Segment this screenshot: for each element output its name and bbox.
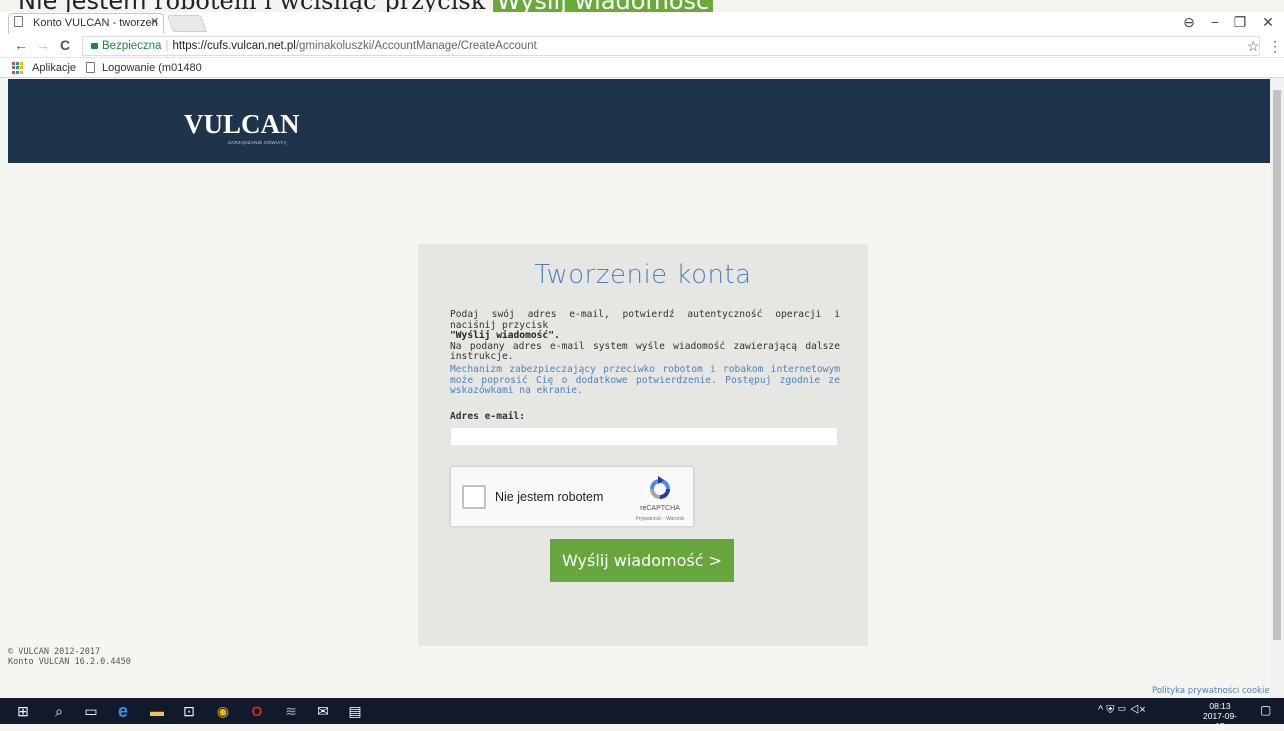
- mail-icon[interactable]: ✉: [312, 702, 334, 720]
- site-header: VULCAN ZARZĄDZANIE OŚWIATĄ: [8, 79, 1278, 163]
- page-icon: [86, 62, 95, 73]
- task-view-icon[interactable]: ▭: [80, 702, 102, 720]
- tab-close-icon[interactable]: ✕: [150, 15, 159, 28]
- instructions-part2: Na podany adres e-mail system wyśle wiad…: [450, 340, 840, 363]
- chrome-icon[interactable]: ◉: [212, 702, 234, 720]
- file-explorer-icon[interactable]: ▬: [146, 702, 168, 720]
- create-account-card: Tworzenie konta Podaj swój adres e-mail,…: [418, 244, 868, 646]
- app-icon-2[interactable]: ▤: [344, 702, 366, 720]
- page-icon: [14, 16, 23, 27]
- new-tab-button[interactable]: [166, 15, 208, 32]
- email-label: Adres e-mail:: [450, 411, 526, 422]
- footer-copyright: © VULCAN 2012-2017 Konto VULCAN 16.2.0.4…: [8, 647, 131, 667]
- restore-button[interactable]: ❐: [1225, 14, 1255, 31]
- logo-tagline: ZARZĄDZANIE OŚWIATĄ: [228, 140, 287, 145]
- vulcan-logo[interactable]: VULCAN: [184, 109, 300, 140]
- scrollbar-thumb[interactable]: [1273, 90, 1281, 640]
- menu-icon[interactable]: ⋮: [1268, 38, 1282, 55]
- bookmarks-bar: Aplikacje Logowanie (m014801: [0, 58, 1284, 78]
- recaptcha-links[interactable]: Prywatność - Warunki: [621, 516, 699, 522]
- tab-title: Konto VULCAN - tworzen: [33, 17, 158, 29]
- clock-time: 08:13: [1209, 701, 1231, 711]
- recaptcha-label: Nie jestem robotem: [495, 490, 604, 504]
- address-bar[interactable]: Bezpieczna | https://cufs.vulcan.net.pl/gm…: [82, 36, 1260, 56]
- close-window-button[interactable]: ✕: [1253, 14, 1283, 31]
- privacy-policy-link[interactable]: Polityka prywatności cookies: [1152, 686, 1274, 696]
- recaptcha-checkbox[interactable]: [462, 485, 486, 509]
- forward-icon[interactable]: →: [34, 37, 52, 53]
- notifications-icon[interactable]: ▢: [1260, 703, 1271, 717]
- instructions-part1: Podaj swój adres e-mail, potwierdź auten…: [450, 309, 840, 331]
- footer-line2: Konto VULCAN 16.2.0.4450: [8, 656, 131, 667]
- page-title: Tworzenie konta: [534, 260, 752, 290]
- instructions-bold: "Wyślij wiadomość".: [450, 330, 560, 342]
- bookmark-login[interactable]: Logowanie (m014801: [102, 62, 202, 74]
- windows-start-icon[interactable]: ⊞: [12, 702, 34, 720]
- lock-icon: [91, 43, 98, 49]
- taskbar-clock[interactable]: 08:13 2017-09-15: [1200, 701, 1240, 731]
- send-message-button[interactable]: Wyślij wiadomość >: [550, 539, 734, 582]
- store-icon[interactable]: ⊡: [178, 702, 200, 720]
- app-icon[interactable]: ≋: [280, 702, 302, 720]
- edge-icon[interactable]: e: [112, 702, 134, 720]
- overlay-caption: Nie jestem robotem i wciśnąć przycisk Wy…: [18, 0, 714, 15]
- reload-icon[interactable]: C: [56, 37, 74, 53]
- recaptcha-logo-icon: [650, 476, 670, 499]
- browser-tab[interactable]: Konto VULCAN - tworzen: [8, 13, 164, 34]
- url-host: https://cufs.vulcan.net.pl: [172, 40, 296, 52]
- url-path: /gminakoluszki/AccountManage/CreateAccou…: [295, 40, 537, 52]
- secure-label: Bezpieczna: [102, 40, 162, 52]
- tab-strip: Konto VULCAN - tworzen ✕ ⊖ − ❐ ✕: [0, 12, 1284, 34]
- opera-icon[interactable]: O: [246, 702, 268, 720]
- clock-date: 2017-09-15: [1202, 711, 1238, 731]
- recaptcha-widget: Nie jestem robotem reCAPTCHA Prywatność …: [450, 466, 694, 527]
- bookmark-apps[interactable]: Aplikacje: [32, 62, 76, 74]
- system-tray[interactable]: ^ ⛨ ▭ ◁×: [1098, 704, 1146, 717]
- recaptcha-brand: reCAPTCHA: [640, 505, 680, 512]
- email-field[interactable]: [450, 427, 838, 446]
- search-icon[interactable]: ⌕: [48, 702, 70, 720]
- windows-taskbar: ⊞ ⌕ ▭ e ▬ ⊡ ◉ O ≋ ✉ ▤ ^ ⛨ ▭ ◁× 08:13 201…: [0, 698, 1284, 731]
- bookmark-star-icon[interactable]: ☆: [1247, 38, 1260, 55]
- page-content: VULCAN ZARZĄDZANIE OŚWIATĄ Tworzenie kon…: [8, 79, 1278, 698]
- browser-toolbar: ← → C Bezpieczna | https://cufs.vulcan.net…: [0, 34, 1284, 58]
- back-icon[interactable]: ←: [12, 37, 30, 53]
- apps-grid-icon: [12, 62, 24, 74]
- instructions-text: Podaj swój adres e-mail, potwierdź auten…: [450, 309, 840, 363]
- mechanism-text: Mechanizm zabezpieczający przeciwko robo…: [450, 364, 840, 397]
